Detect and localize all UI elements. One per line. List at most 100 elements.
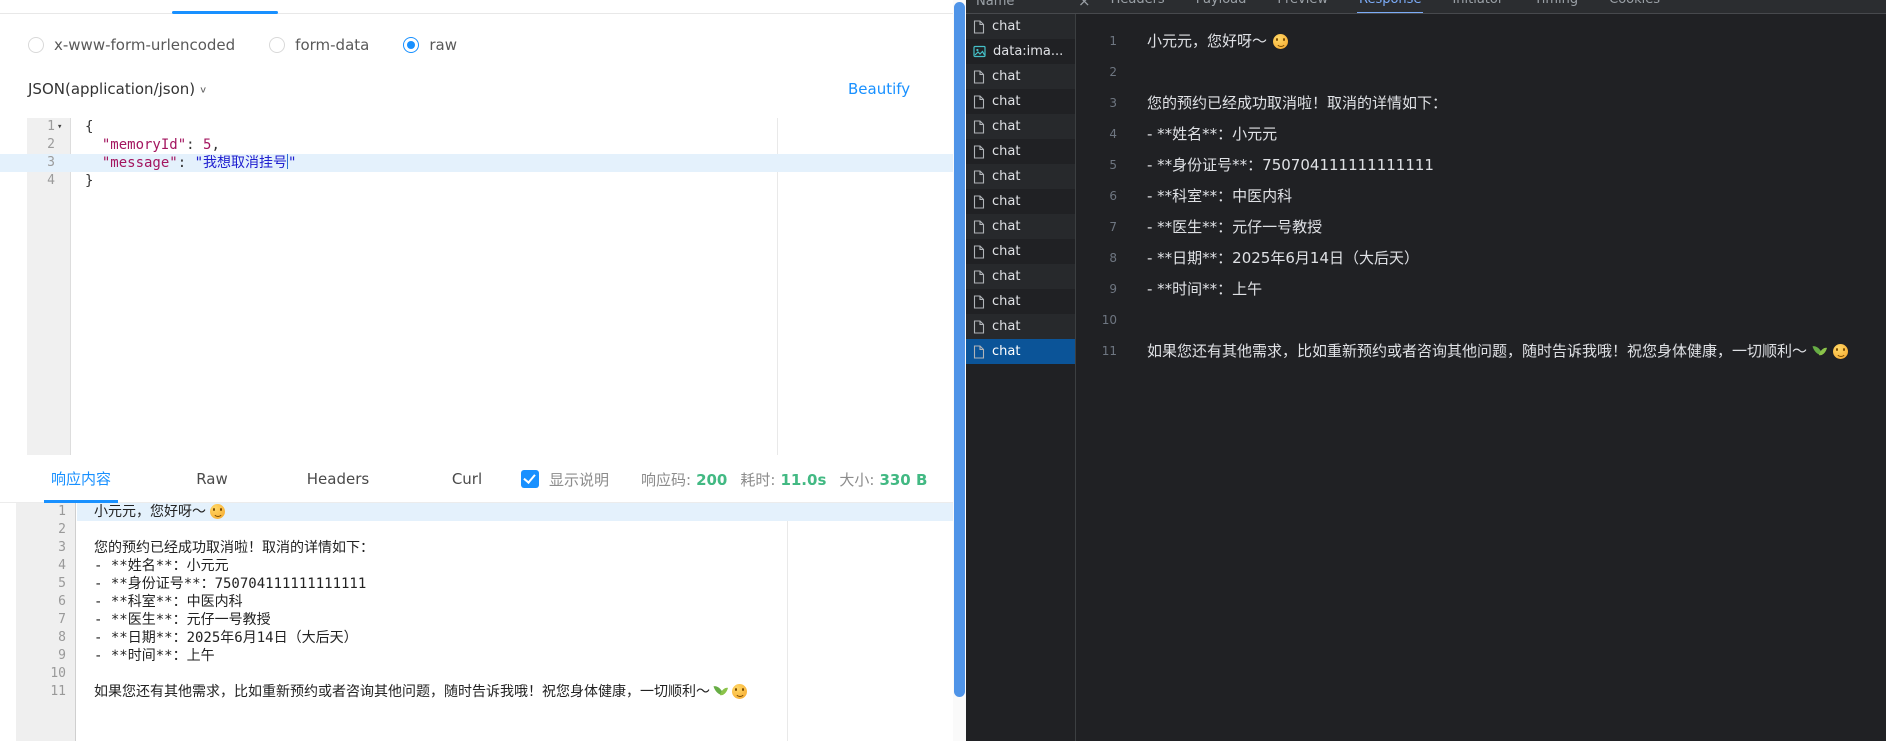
devtools-response-line: 5- **身份证号**：750704111111111111 — [1077, 150, 1886, 181]
emoji-smile-icon — [1273, 34, 1288, 49]
response-tab-Raw[interactable]: Raw — [190, 455, 234, 503]
meta-value: 11.0s — [780, 471, 826, 489]
network-request-row[interactable]: chat — [966, 139, 1075, 164]
devtools-tab-payload[interactable]: Payload — [1194, 0, 1249, 14]
code-content: "memoryId": 5, — [85, 136, 220, 154]
network-request-list: chatdata:ima...chatchatchatchatchatchatc… — [966, 14, 1076, 741]
response-line-text: 如果您还有其他需求，比如重新预约或者咨询其他问题，随时告诉我哦！祝您身体健康，一… — [94, 683, 747, 701]
network-request-row[interactable]: data:ima... — [966, 39, 1075, 64]
document-icon — [973, 95, 992, 109]
emoji-herb-icon — [714, 684, 728, 699]
network-request-row[interactable]: chat — [966, 14, 1075, 39]
response-tab-Headers[interactable]: Headers — [303, 455, 373, 503]
response-tab-响应内容[interactable]: 响应内容 — [44, 455, 118, 503]
fold-arrow-icon[interactable]: ▾ — [57, 118, 62, 136]
request-name: chat — [992, 319, 1020, 334]
token-punc: , — [211, 137, 219, 153]
meta-label: 大小: — [839, 471, 874, 489]
request-name: chat — [992, 169, 1020, 184]
document-icon — [973, 295, 992, 309]
show-description-checkbox[interactable]: 显示说明 — [521, 455, 609, 503]
network-request-row[interactable]: chat — [966, 314, 1075, 339]
request-name: chat — [992, 344, 1020, 359]
network-request-row[interactable]: chat — [966, 289, 1075, 314]
response-line: 3 您的预约已经成功取消啦！取消的详情如下： — [0, 539, 953, 557]
name-column-header: Name — [966, 0, 1070, 9]
devtools-response-line: 3您的预约已经成功取消啦！取消的详情如下： — [1077, 88, 1886, 119]
radio-unselected-icon[interactable] — [28, 37, 44, 53]
network-request-row[interactable]: chat — [966, 114, 1075, 139]
emoji-herb-icon — [1813, 344, 1827, 359]
document-icon — [973, 120, 992, 134]
response-line-text: - **时间**：上午 — [1147, 274, 1262, 305]
token-key: "message" — [102, 155, 178, 171]
response-line-number: 1 — [1077, 26, 1117, 57]
devtools-tab-timing[interactable]: Timing — [1532, 0, 1580, 14]
radio-option-raw[interactable]: raw — [403, 36, 457, 54]
network-request-row[interactable]: chat — [966, 264, 1075, 289]
response-line-text: 您的预约已经成功取消啦！取消的详情如下： — [94, 539, 374, 557]
token-punc: { — [85, 119, 93, 135]
meta-value: 330 B — [879, 471, 927, 489]
checkbox-checked-icon[interactable] — [521, 470, 539, 488]
line-number: 4 — [0, 557, 76, 575]
document-icon — [973, 170, 992, 184]
response-line-text: 您的预约已经成功取消啦！取消的详情如下： — [1147, 88, 1447, 119]
request-editor[interactable]: 1▾{2 "memoryId": 5,3 "message": "我想取消挂号"… — [0, 118, 953, 455]
scrollbar-thumb[interactable] — [954, 2, 965, 697]
document-icon — [973, 220, 992, 234]
request-name: chat — [992, 244, 1020, 259]
chevron-down-icon: ∨ — [199, 84, 207, 94]
request-name: chat — [992, 94, 1020, 109]
request-name: chat — [992, 194, 1020, 209]
devtools-response-line: 9- **时间**：上午 — [1077, 274, 1886, 305]
radio-label: x-www-form-urlencoded — [54, 36, 235, 54]
response-line: 10 — [0, 665, 953, 683]
line-number: 9 — [0, 647, 76, 665]
content-type-select[interactable]: JSON(application/json) ∨ — [28, 80, 207, 98]
emoji-smile-icon — [732, 684, 747, 699]
response-tab-Curl[interactable]: Curl — [447, 455, 487, 503]
line-number: 7 — [0, 611, 76, 629]
network-request-row[interactable]: chat — [966, 189, 1075, 214]
network-request-row[interactable]: chat — [966, 164, 1075, 189]
devtools-tab-cookies[interactable]: Cookies — [1607, 0, 1662, 14]
devtools-tab-headers[interactable]: Headers — [1109, 0, 1167, 14]
token-str: " — [288, 155, 296, 171]
response-line: 2 — [0, 521, 953, 539]
response-line-text: - **姓名**：小元元 — [94, 557, 229, 575]
radio-label: form-data — [295, 36, 369, 54]
response-line-text: - **时间**：上午 — [94, 647, 215, 665]
network-request-row[interactable]: chat — [966, 64, 1075, 89]
devtools-tab-response[interactable]: Response — [1357, 0, 1423, 14]
network-request-row[interactable]: chat — [966, 214, 1075, 239]
radio-option-form-data[interactable]: form-data — [269, 36, 369, 54]
response-line-text: 小元元，您好呀～ — [1147, 26, 1288, 57]
devtools-response-line: 6- **科室**：中医内科 — [1077, 181, 1886, 212]
devtools-response-line: 11如果您还有其他需求，比如重新预约或者咨询其他问题，随时告诉我哦！祝您身体健康… — [1077, 336, 1886, 367]
line-number: 3 — [0, 539, 76, 557]
radio-label: raw — [429, 36, 457, 54]
radio-unselected-icon[interactable] — [269, 37, 285, 53]
request-name: chat — [992, 19, 1020, 34]
network-request-row[interactable]: chat — [966, 89, 1075, 114]
close-icon[interactable]: × — [1078, 0, 1091, 10]
request-name: chat — [992, 69, 1020, 84]
body-type-radio-group: x-www-form-urlencoded form-data raw — [28, 36, 491, 54]
response-content-editor[interactable]: 1小元元，您好呀～23 您的预约已经成功取消啦！取消的详情如下： 4 - **姓名**… — [0, 503, 953, 741]
response-line: 1小元元，您好呀～ — [0, 503, 953, 521]
network-request-row[interactable]: chat — [966, 239, 1075, 264]
response-line-text: - **科室**：中医内科 — [94, 593, 243, 611]
content-type-label: JSON(application/json) — [28, 80, 195, 98]
radio-option-x-www-form-urlencoded[interactable]: x-www-form-urlencoded — [28, 36, 235, 54]
beautify-link[interactable]: Beautify — [848, 80, 910, 98]
network-request-row[interactable]: chat — [966, 339, 1075, 364]
devtools-tab-preview[interactable]: Preview — [1275, 0, 1330, 14]
checkbox-label: 显示说明 — [549, 469, 609, 490]
radio-selected-icon[interactable] — [403, 37, 419, 53]
meta-item: 响应码:200 — [641, 469, 727, 490]
response-line-text: - **医生**：元仔一号教授 — [1147, 212, 1322, 243]
code-content: } — [85, 172, 93, 190]
document-icon — [973, 245, 992, 259]
devtools-tab-initiator[interactable]: Initiator — [1450, 0, 1505, 14]
